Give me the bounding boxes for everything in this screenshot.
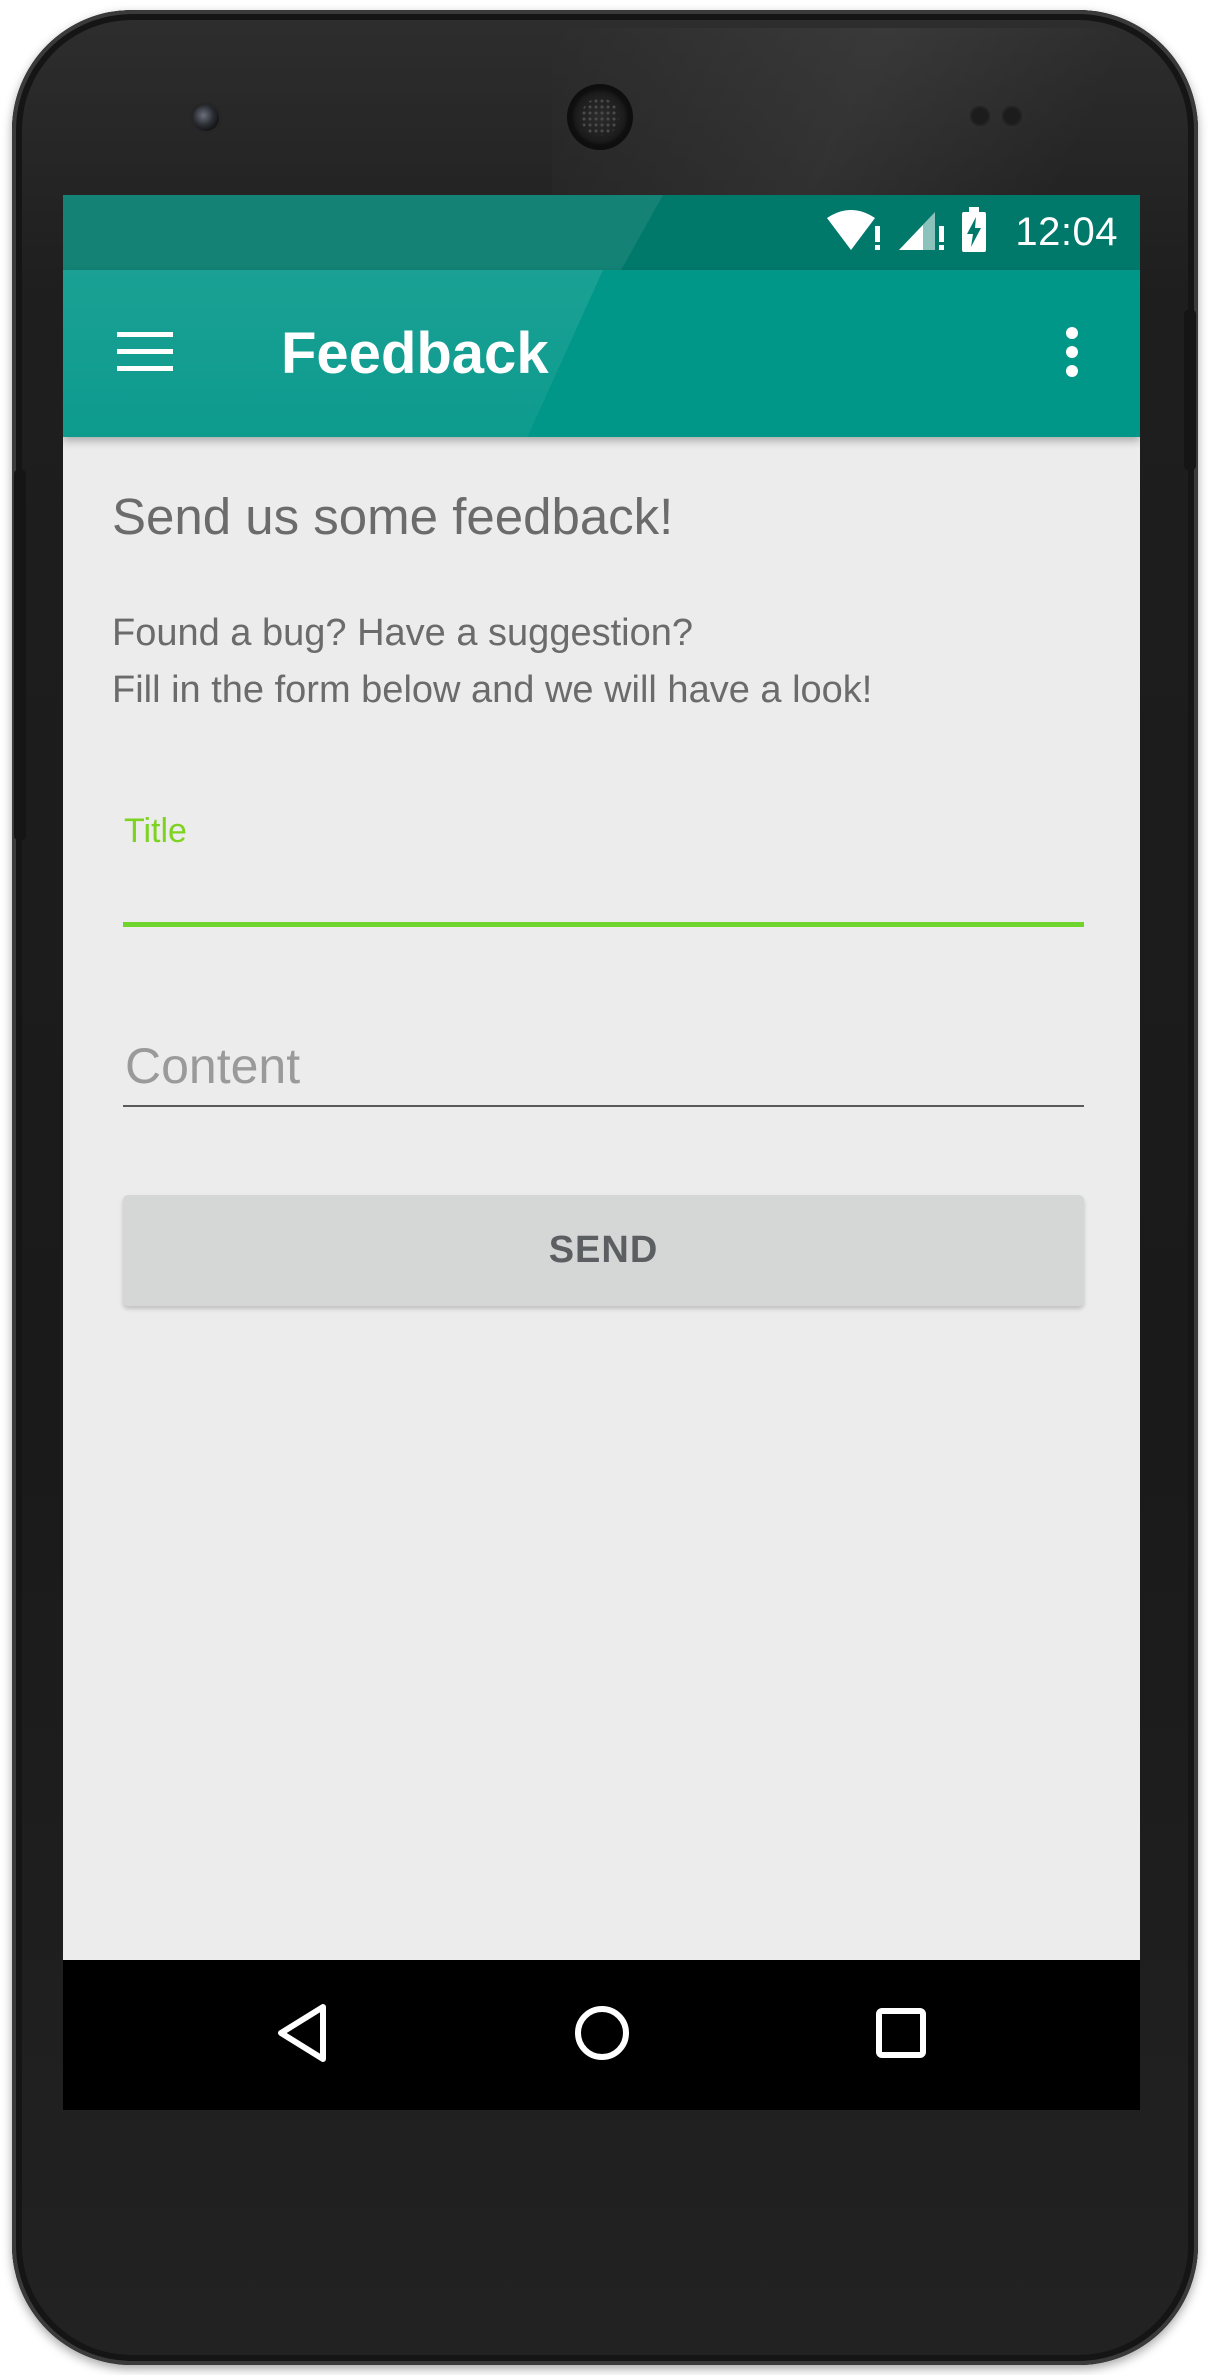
intro-line: Fill in the form below and we will have … [112, 669, 873, 711]
earpiece-speaker [571, 88, 629, 146]
front-camera [193, 105, 219, 131]
feedback-form: Send us some feedback! Found a bug? Have… [63, 437, 1140, 1960]
navigation-bar [63, 1960, 1140, 2110]
app-bar: Feedback [63, 270, 1140, 437]
status-icons: 12:04 [825, 195, 1118, 270]
status-bar: 12:04 [63, 195, 1140, 270]
form-intro: Found a bug? Have a suggestion? Fill in … [112, 605, 872, 719]
title-field[interactable] [123, 857, 1084, 927]
recents-button[interactable] [851, 1985, 951, 2085]
power-button [1184, 310, 1196, 470]
page-title: Feedback [281, 321, 549, 386]
volume-button [14, 470, 26, 840]
send-button[interactable]: SEND [123, 1195, 1084, 1306]
form-heading: Send us some feedback! [112, 488, 674, 545]
title-field-label: Title [124, 812, 187, 850]
content-field[interactable] [123, 1027, 1084, 1107]
cell-signal-icon [897, 208, 947, 257]
back-icon [273, 2001, 333, 2070]
wifi-icon [825, 208, 883, 257]
battery-charging-icon [961, 207, 987, 258]
intro-line: Found a bug? Have a suggestion? [112, 612, 693, 654]
hamburger-menu-icon [117, 331, 173, 377]
status-time: 12:04 [1015, 210, 1118, 254]
home-icon [572, 2003, 632, 2068]
light-sensor [1004, 108, 1020, 124]
menu-button[interactable] [111, 320, 179, 388]
recents-icon [873, 2005, 929, 2066]
more-vertical-icon [1065, 326, 1079, 382]
proximity-sensor [972, 108, 988, 124]
home-button[interactable] [552, 1985, 652, 2085]
back-button[interactable] [253, 1985, 353, 2085]
screen: 12:04 Feedback Send us some feedback! Fo… [63, 195, 1140, 2110]
overflow-menu-button[interactable] [1048, 320, 1096, 388]
